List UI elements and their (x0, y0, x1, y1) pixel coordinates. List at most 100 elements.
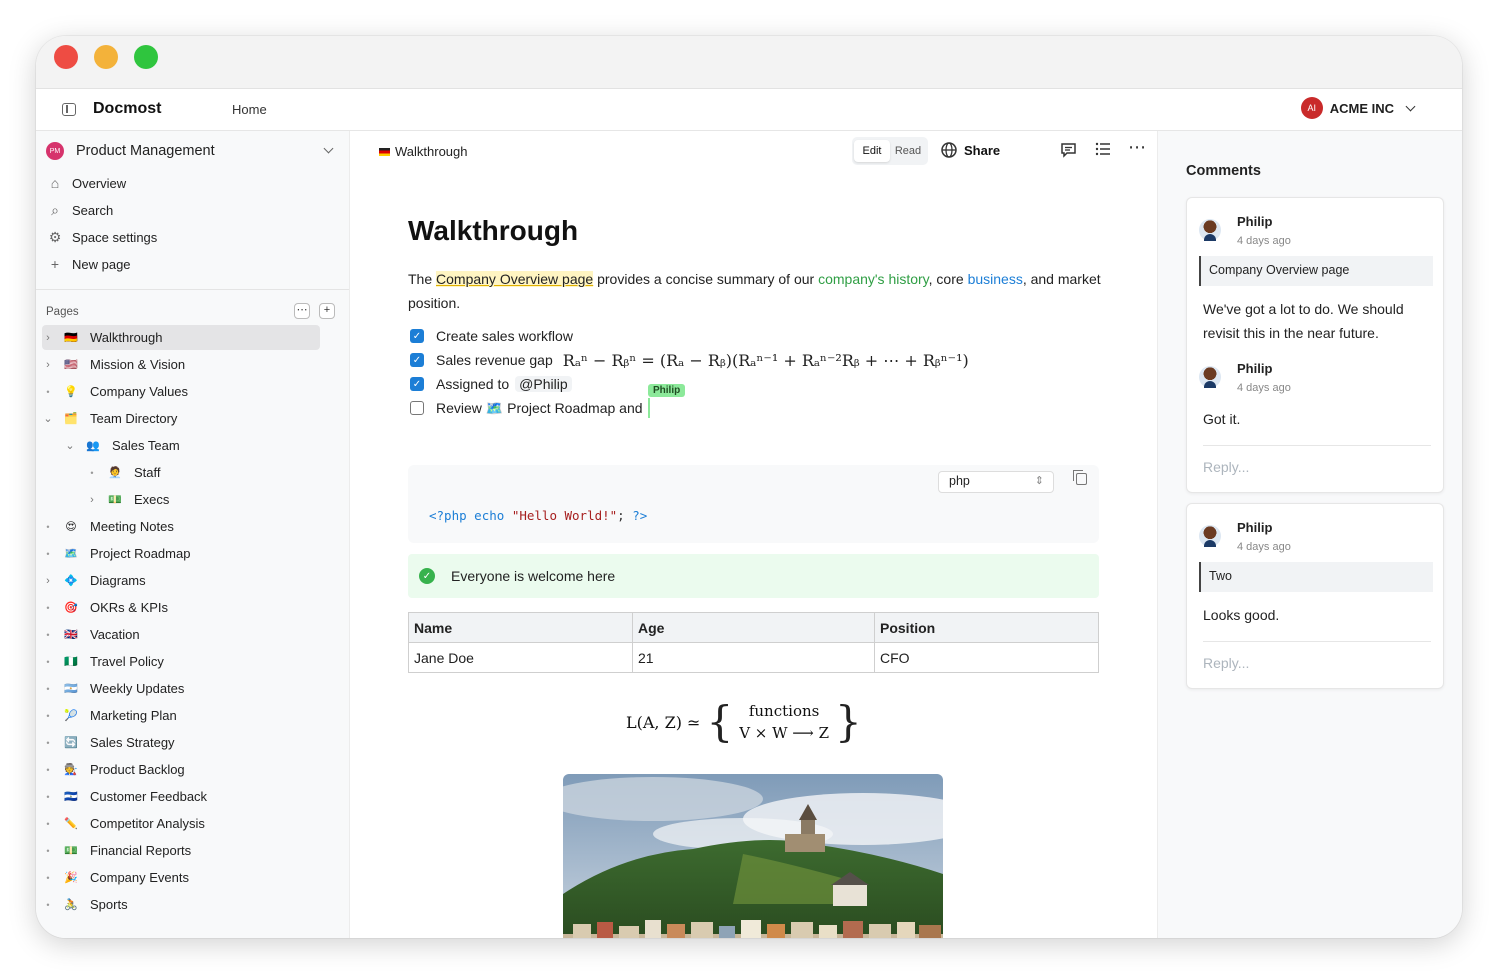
tree-item[interactable]: • 🚴 Sports (42, 892, 320, 917)
task-checkbox[interactable]: ✓ (410, 329, 424, 343)
page-title[interactable]: Walkthrough (408, 215, 578, 247)
workspace-switcher[interactable]: AI ACME INC (1300, 97, 1416, 119)
home-link[interactable]: Home (232, 102, 267, 117)
comment-icon[interactable] (1060, 141, 1077, 158)
tree-item[interactable]: ⌄ 🗂️ Team Directory (42, 406, 320, 431)
tree-item[interactable]: • ✏️ Competitor Analysis (42, 811, 320, 836)
tree-item[interactable]: • 🇦🇷 Weekly Updates (42, 676, 320, 701)
nav-overview[interactable]: ⌂ Overview (46, 172, 126, 194)
tree-item-label: Weekly Updates (90, 681, 185, 696)
tree-item[interactable]: • 😍 Meeting Notes (42, 514, 320, 539)
avatar[interactable] (1199, 219, 1221, 241)
maximize-window-button[interactable] (134, 45, 158, 69)
app-window: Docmost Home AI ACME INC PM Product Mana… (36, 36, 1462, 938)
tree-item[interactable]: • 🇬🇧 Vacation (42, 622, 320, 647)
tree-item[interactable]: › 🇩🇪 Walkthrough (42, 325, 320, 350)
table-header-cell[interactable]: Name (408, 612, 633, 643)
tree-item[interactable]: • 🧑‍💼 Staff (86, 460, 320, 485)
add-page-button[interactable]: + (319, 303, 335, 319)
math-block[interactable]: L(A, Z) ≃ { functions V × W ⟶ Z } (626, 701, 868, 743)
data-table[interactable]: Name Age Position Jane Doe 21 CFO (408, 612, 1099, 673)
comments-panel: Comments Philip 4 days ago Company Overv… (1157, 131, 1462, 938)
tree-item[interactable]: • 🗺️ Project Roadmap (42, 541, 320, 566)
table-cell[interactable]: 21 (632, 642, 875, 673)
sidebar-toggle-icon[interactable] (62, 103, 76, 116)
tree-item[interactable]: › 💠 Diagrams (42, 568, 320, 593)
tree-item[interactable]: • 🧑‍🏭 Product Backlog (42, 757, 320, 782)
task-text: Create sales workflow (436, 328, 573, 344)
business-link[interactable]: business (968, 271, 1023, 287)
org-name: ACME INC (1329, 100, 1394, 116)
chevron-right-icon[interactable]: › (42, 332, 54, 344)
edit-mode-button[interactable]: Edit (854, 140, 890, 162)
close-window-button[interactable] (54, 45, 78, 69)
tree-item[interactable]: › 🇺🇸 Mission & Vision (42, 352, 320, 377)
table-header-cell[interactable]: Position (874, 612, 1099, 643)
table-cell[interactable]: Jane Doe (408, 642, 633, 673)
chevron-right-icon[interactable]: › (42, 575, 54, 587)
task-item: ✓ Create sales workflow (410, 324, 969, 348)
task-checkbox[interactable]: ✓ (410, 353, 424, 367)
chevron-right-icon[interactable]: › (86, 494, 98, 506)
tree-item[interactable]: • 💡 Company Values (42, 379, 320, 404)
chevron-down-icon[interactable]: ⌄ (42, 412, 54, 425)
window-titlebar (36, 36, 1462, 89)
castle-landscape-image[interactable] (563, 774, 943, 938)
breadcrumb[interactable]: Walkthrough (379, 144, 468, 159)
tree-item[interactable]: • 🇸🇻 Customer Feedback (42, 784, 320, 809)
avatar[interactable] (1199, 525, 1221, 547)
reply-input[interactable]: Reply... (1203, 459, 1249, 475)
minimize-window-button[interactable] (94, 45, 118, 69)
page-emoji-icon: 🚴 (64, 899, 78, 911)
page-emoji-icon: 💠 (64, 575, 78, 587)
tree-item[interactable]: • 🇳🇬 Travel Policy (42, 649, 320, 674)
task-checkbox[interactable]: ✓ (410, 377, 424, 391)
tree-item-label: Meeting Notes (90, 519, 174, 534)
check-circle-icon: ✓ (419, 568, 435, 584)
reply-input[interactable]: Reply... (1203, 655, 1249, 671)
intro-paragraph[interactable]: The Company Overview page provides a con… (408, 267, 1108, 315)
bullet-icon: • (46, 764, 50, 775)
tree-item[interactable]: • 🔄 Sales Strategy (42, 730, 320, 755)
tree-item[interactable]: • 💵 Financial Reports (42, 838, 320, 863)
pages-more-button[interactable]: ⋯ (294, 303, 310, 319)
company-overview-link[interactable]: Company Overview page (436, 271, 594, 287)
brand-name[interactable]: Docmost (93, 100, 161, 118)
nav-search[interactable]: ⌕ Search (46, 199, 113, 221)
chevron-right-icon[interactable]: › (42, 359, 54, 371)
formula-rows: functions V × W ⟶ Z (739, 702, 829, 742)
tree-item[interactable]: • 🎾 Marketing Plan (42, 703, 320, 728)
user-mention[interactable]: @Philip (515, 376, 572, 392)
read-mode-button[interactable]: Read (890, 140, 926, 162)
math-inline[interactable]: Rₐⁿ − Rᵦⁿ = (Rₐ − Rᵦ)(Rₐⁿ⁻¹ + Rₐⁿ⁻²Rᵦ + … (563, 351, 969, 370)
bullet-icon: • (46, 845, 50, 856)
tree-item-label: OKRs & KPIs (90, 600, 169, 615)
table-header-row: Name Age Position (408, 612, 1099, 643)
code-token: echo (474, 508, 505, 523)
callout-success[interactable]: ✓ Everyone is welcome here (408, 554, 1099, 598)
avatar[interactable] (1199, 366, 1221, 388)
tree-item[interactable]: ⌄ 👥 Sales Team (64, 433, 320, 458)
space-switcher[interactable]: PM Product Management (46, 139, 338, 163)
tree-item[interactable]: • 🎉 Company Events (42, 865, 320, 890)
chevron-down-icon[interactable]: ⌄ (64, 439, 76, 452)
task-checkbox[interactable] (410, 401, 424, 415)
share-button[interactable]: Share (940, 141, 1000, 159)
tree-item-label: Company Events (90, 870, 189, 885)
tree-item[interactable]: › 💵 Execs (86, 487, 320, 512)
table-of-contents-icon[interactable] (1095, 141, 1111, 157)
comment-timestamp: 4 days ago (1237, 382, 1291, 394)
comment-quote[interactable]: Two (1199, 562, 1433, 592)
copy-icon[interactable] (1073, 470, 1087, 485)
comment-quote[interactable]: Company Overview page (1199, 256, 1433, 286)
nav-new-page[interactable]: + New page (46, 253, 131, 275)
table-header-cell[interactable]: Age (632, 612, 875, 643)
nav-space-settings[interactable]: ⚙ Space settings (46, 226, 158, 248)
more-options-icon[interactable]: ⋯ (1128, 137, 1147, 158)
code-block[interactable]: php <?php echo "Hello World!"; ?> (408, 465, 1099, 543)
page-emoji-icon: 🇸🇻 (64, 791, 78, 803)
table-cell[interactable]: CFO (874, 642, 1099, 673)
space-avatar: PM (46, 142, 64, 160)
tree-item[interactable]: • 🎯 OKRs & KPIs (42, 595, 320, 620)
code-language-select[interactable]: php (938, 471, 1054, 493)
